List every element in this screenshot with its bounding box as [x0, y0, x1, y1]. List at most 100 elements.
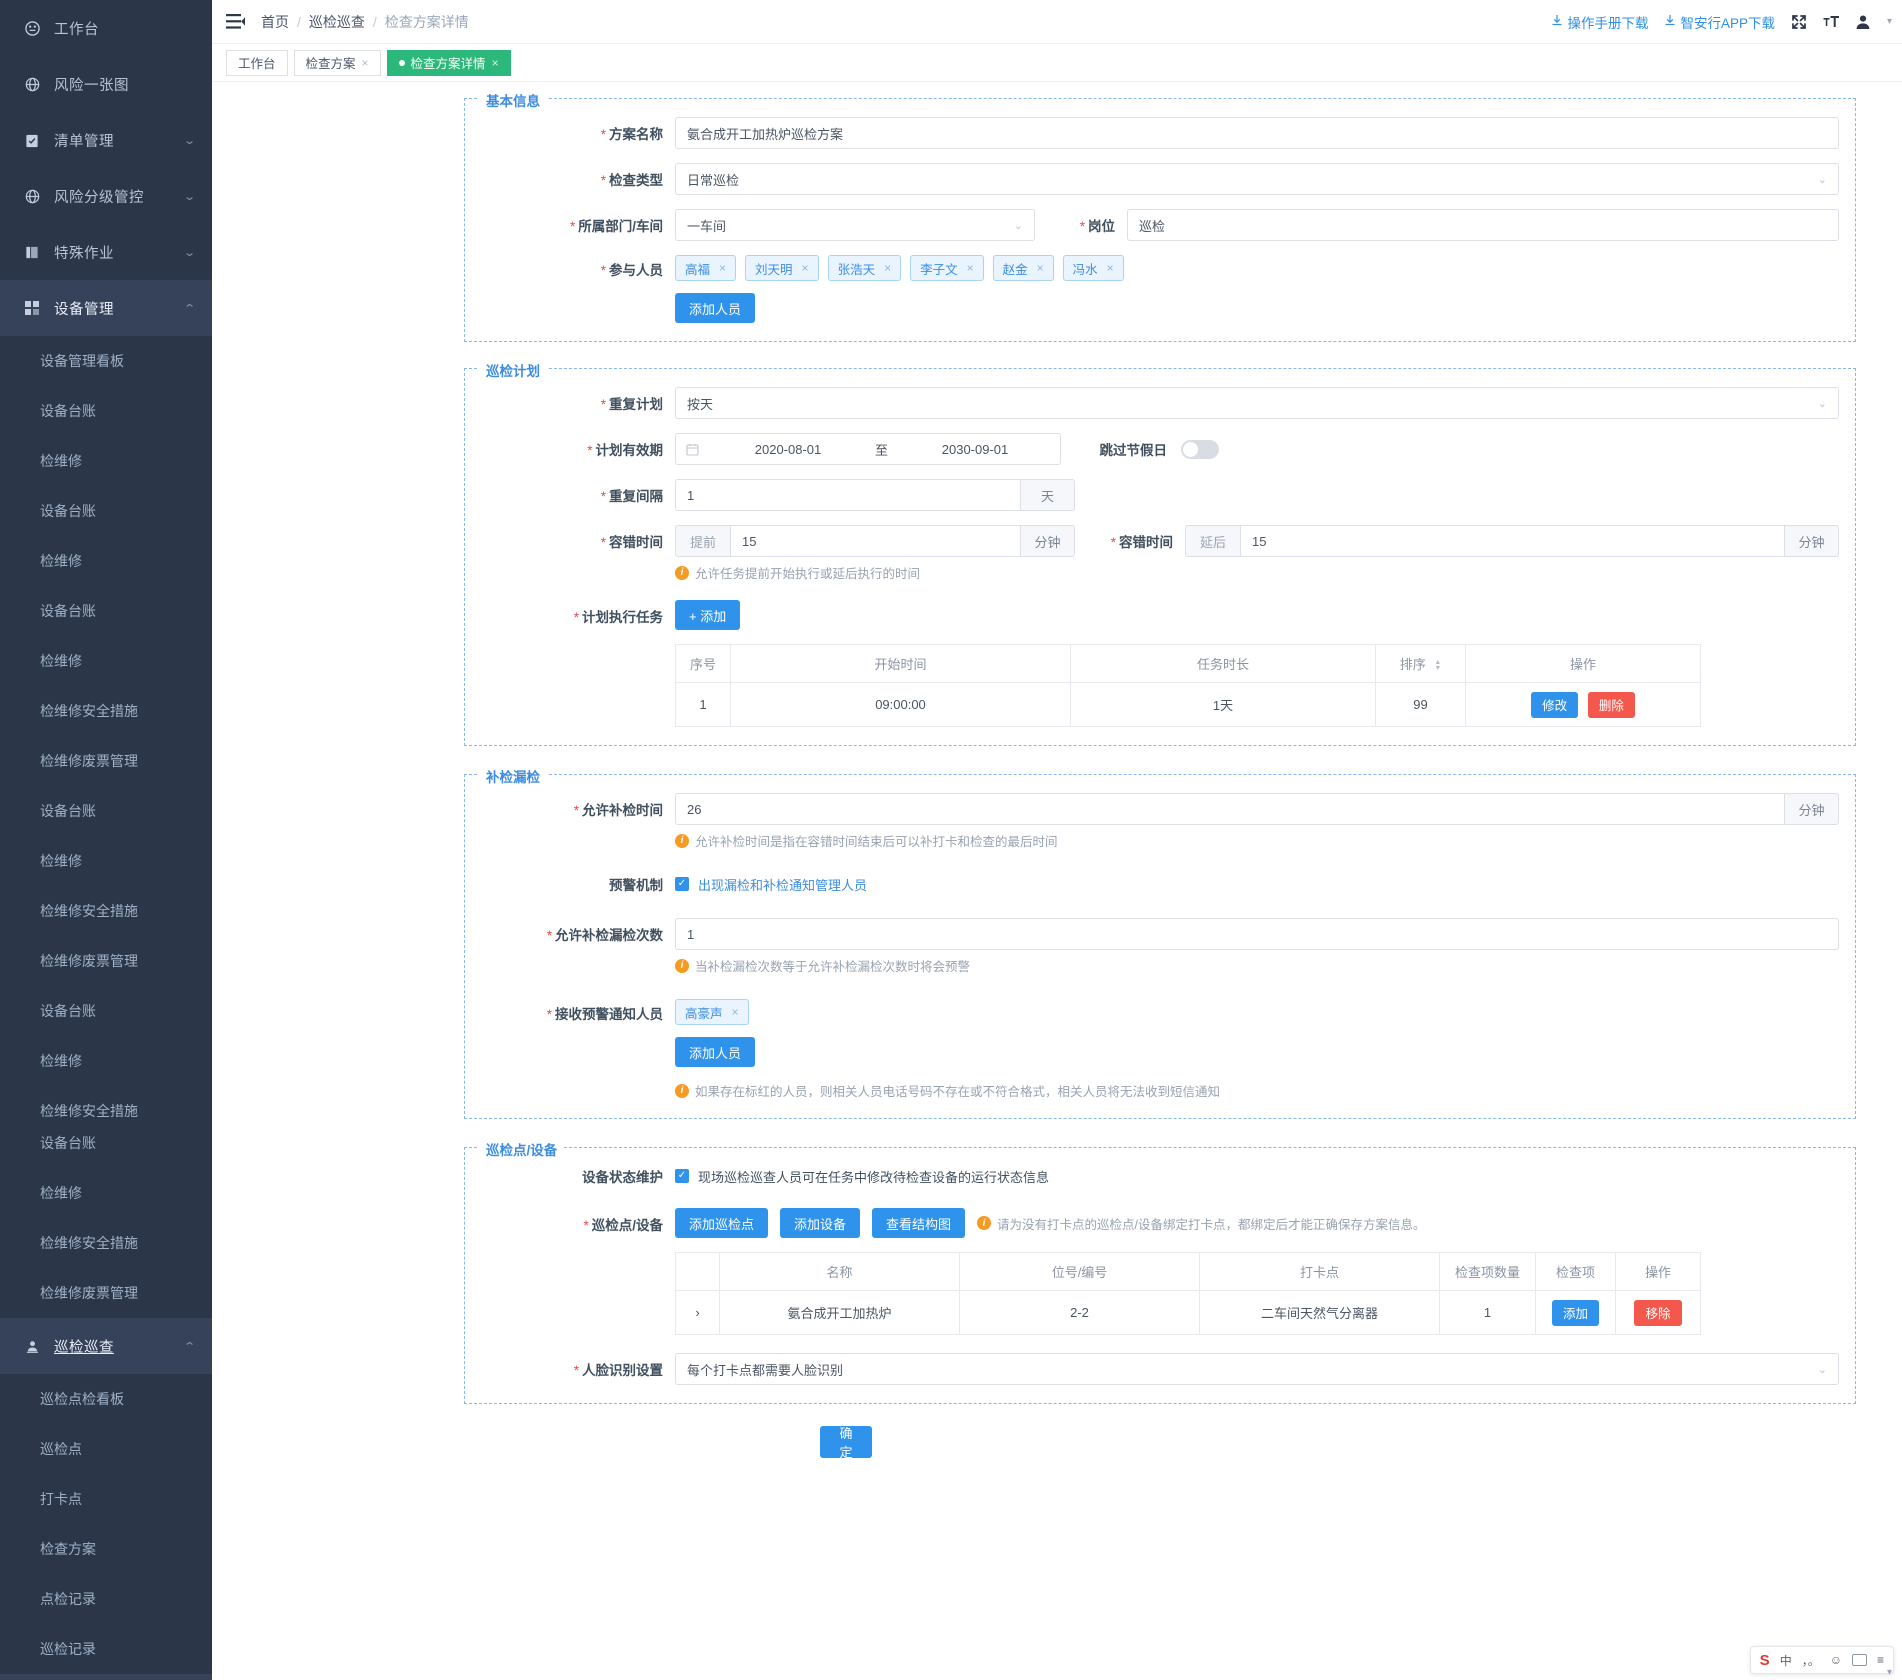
department-select[interactable]: 一车间 ⌄ — [675, 209, 1035, 241]
sidebar-item-equipment-5[interactable]: 设备台账 — [0, 586, 212, 636]
device-state-checkbox-group[interactable]: ✓ 现场巡检巡查人员可在任务中修改待检查设备的运行状态信息 — [675, 1167, 1049, 1186]
user-avatar-icon[interactable] — [1855, 14, 1871, 30]
ime-more-icon[interactable]: ≡ — [1877, 1653, 1884, 1667]
sidebar-item-equipment-16[interactable]: 检维修 — [0, 1168, 212, 1218]
close-icon[interactable]: × — [1037, 261, 1044, 275]
tab-check-plan[interactable]: 检查方案 × — [293, 49, 381, 76]
check-type-select[interactable]: 日常巡检 ⌄ — [675, 163, 1839, 195]
participant-tag[interactable]: 张浩天 × — [827, 255, 902, 281]
sidebar-item-equipment-18[interactable]: 检维修废票管理 — [0, 1268, 212, 1318]
sidebar-group-hazard-check[interactable]: 隐患排查 ⌄ — [0, 1674, 212, 1680]
sidebar-item-check-plan[interactable]: 检查方案 — [0, 1524, 212, 1574]
scroll-caret-icon[interactable]: ▾ — [1887, 1667, 1892, 1678]
add-patrol-point-button[interactable]: 添加巡检点 — [675, 1208, 769, 1238]
sidebar-group-equipment-management[interactable]: 设备管理 ⌃ — [0, 280, 212, 336]
ime-toolbar[interactable]: S 中 ，。 ☺ ≡ — [1749, 1646, 1894, 1674]
add-notify-person-button[interactable]: 添加人员 — [675, 1037, 756, 1067]
device-state-checkbox[interactable]: ✓ — [675, 1169, 689, 1183]
sidebar-item-equipment-overlap[interactable]: 设备台账 — [0, 1118, 212, 1168]
sidebar-item-equipment-13[interactable]: 设备台账 — [0, 986, 212, 1036]
sidebar-item-equipment-11[interactable]: 检维修安全措施 — [0, 886, 212, 936]
sidebar-item-spot-check-record[interactable]: 点检记录 — [0, 1574, 212, 1624]
ime-mode-toggle[interactable]: 中 — [1780, 1652, 1792, 1669]
allow-makeup-time-input[interactable]: 26 — [675, 793, 1785, 825]
repeat-interval-input[interactable]: 1 — [675, 479, 1021, 511]
sidebar-item-equipment-2[interactable]: 检维修 — [0, 436, 212, 486]
sidebar-item-equipment-14[interactable]: 检维修 — [0, 1036, 212, 1086]
breadcrumb-home[interactable]: 首页 — [261, 12, 289, 32]
sidebar-item-equipment-9[interactable]: 设备台账 — [0, 786, 212, 836]
ime-punctuation-toggle[interactable]: ，。 — [1802, 1652, 1820, 1669]
close-icon[interactable]: × — [967, 261, 974, 275]
sidebar-group-risk-control[interactable]: 风险分级管控 ⌄ — [0, 168, 212, 224]
close-icon[interactable]: × — [362, 56, 369, 70]
close-icon[interactable]: × — [719, 261, 726, 275]
menu-icon[interactable] — [226, 14, 245, 29]
manual-download-link[interactable]: 操作手册下载 — [1551, 12, 1648, 32]
warn-mechanism-checkbox[interactable]: ✓ — [675, 877, 689, 891]
sidebar-item-equipment-7[interactable]: 检维修安全措施 — [0, 686, 212, 736]
sidebar-group-list-management[interactable]: 清单管理 ⌄ — [0, 112, 212, 168]
expand-row-toggle[interactable]: › — [675, 1290, 720, 1335]
add-check-item-button[interactable]: 添加 — [1551, 1299, 1599, 1326]
add-task-button[interactable]: + 添加 — [675, 600, 741, 630]
sidebar-item-equipment-8[interactable]: 检维修废票管理 — [0, 736, 212, 786]
ime-keyboard-icon[interactable] — [1851, 1654, 1867, 1666]
sidebar-item-equipment-12[interactable]: 检维修废票管理 — [0, 936, 212, 986]
participant-tag[interactable]: 冯水 × — [1062, 255, 1124, 281]
remove-point-button[interactable]: 移除 — [1634, 1299, 1682, 1326]
sidebar-group-workbench[interactable]: 工作台 — [0, 0, 212, 56]
close-icon[interactable]: × — [492, 56, 499, 70]
notify-person-tag[interactable]: 高豪声 × — [675, 999, 749, 1025]
close-icon[interactable]: × — [802, 261, 809, 275]
sidebar-item-checkin-point[interactable]: 打卡点 — [0, 1474, 212, 1524]
col-start-time: 开始时间 — [730, 644, 1071, 683]
sidebar-item-equipment-0[interactable]: 设备管理看板 — [0, 336, 212, 386]
sidebar-item-equipment-6[interactable]: 检维修 — [0, 636, 212, 686]
sidebar-group-patrol-inspection[interactable]: 巡检巡查 ⌃ — [0, 1318, 212, 1374]
add-device-button[interactable]: 添加设备 — [780, 1208, 861, 1238]
tab-workbench[interactable]: 工作台 — [226, 49, 288, 76]
sidebar-item-equipment-1[interactable]: 设备台账 — [0, 386, 212, 436]
tolerance-before-input[interactable]: 15 — [730, 525, 1021, 557]
participant-tag[interactable]: 高福 × — [675, 255, 737, 281]
edit-task-button[interactable]: 修改 — [1531, 691, 1579, 718]
sidebar-item-equipment-17[interactable]: 检维修安全措施 — [0, 1218, 212, 1268]
sort-icon[interactable]: ▲ ▼ — [1434, 659, 1441, 672]
app-download-link[interactable]: 智安行APP下载 — [1664, 12, 1775, 32]
sidebar-group-risk-map[interactable]: 风险一张图 — [0, 56, 212, 112]
add-participant-button[interactable]: 添加人员 — [675, 293, 756, 323]
delete-task-button[interactable]: 删除 — [1587, 691, 1635, 718]
view-structure-diagram-button[interactable]: 查看结构图 — [872, 1208, 966, 1238]
col-order[interactable]: 排序 ▲ ▼ — [1375, 644, 1466, 683]
sidebar-group-special-work[interactable]: 特殊作业 ⌄ — [0, 224, 212, 280]
participant-tag[interactable]: 李子文 × — [910, 255, 984, 281]
repeat-plan-select[interactable]: 按天 ⌄ — [675, 387, 1839, 419]
sidebar-item-patrol-dashboard[interactable]: 巡检点检看板 — [0, 1374, 212, 1424]
plan-name-input[interactable]: 氨合成开工加热炉巡检方案 — [675, 117, 1839, 149]
tolerance-after-input[interactable]: 15 — [1240, 525, 1785, 557]
tab-check-plan-detail[interactable]: 检查方案详情 × — [386, 49, 511, 76]
fullscreen-icon[interactable] — [1791, 14, 1807, 30]
close-icon[interactable]: × — [732, 1005, 739, 1019]
participant-tag[interactable]: 刘天明 × — [745, 255, 819, 281]
chevron-down-icon[interactable]: ▾ — [1887, 16, 1892, 27]
close-icon[interactable]: × — [1107, 261, 1114, 275]
sidebar-item-equipment-4[interactable]: 检维修 — [0, 536, 212, 586]
breadcrumb-patrol[interactable]: 巡检巡查 — [309, 12, 365, 32]
valid-period-daterange[interactable]: 2020-08-01 至 2030-09-01 — [675, 433, 1062, 465]
sidebar-item-patrol-point[interactable]: 巡检点 — [0, 1424, 212, 1474]
font-size-icon[interactable] — [1823, 14, 1839, 30]
allow-count-input[interactable]: 1 — [675, 918, 1839, 950]
confirm-button[interactable]: 确定 — [820, 1426, 872, 1460]
sidebar-item-equipment-3[interactable]: 设备台账 — [0, 486, 212, 536]
sidebar-item-equipment-10[interactable]: 检维修 — [0, 836, 212, 886]
ime-smiley-icon[interactable]: ☺ — [1830, 1653, 1842, 1667]
face-recognition-select[interactable]: 每个打卡点都需要人脸识别 ⌄ — [675, 1353, 1839, 1385]
participant-tag[interactable]: 赵金 × — [992, 255, 1054, 281]
skip-holiday-toggle[interactable] — [1181, 439, 1220, 459]
warn-mechanism-checkbox-group[interactable]: ✓ 出现漏检和补检通知管理人员 — [675, 875, 867, 894]
close-icon[interactable]: × — [884, 261, 891, 275]
position-input[interactable]: 巡检 — [1127, 209, 1839, 241]
sidebar-item-patrol-record[interactable]: 巡检记录 — [0, 1624, 212, 1674]
